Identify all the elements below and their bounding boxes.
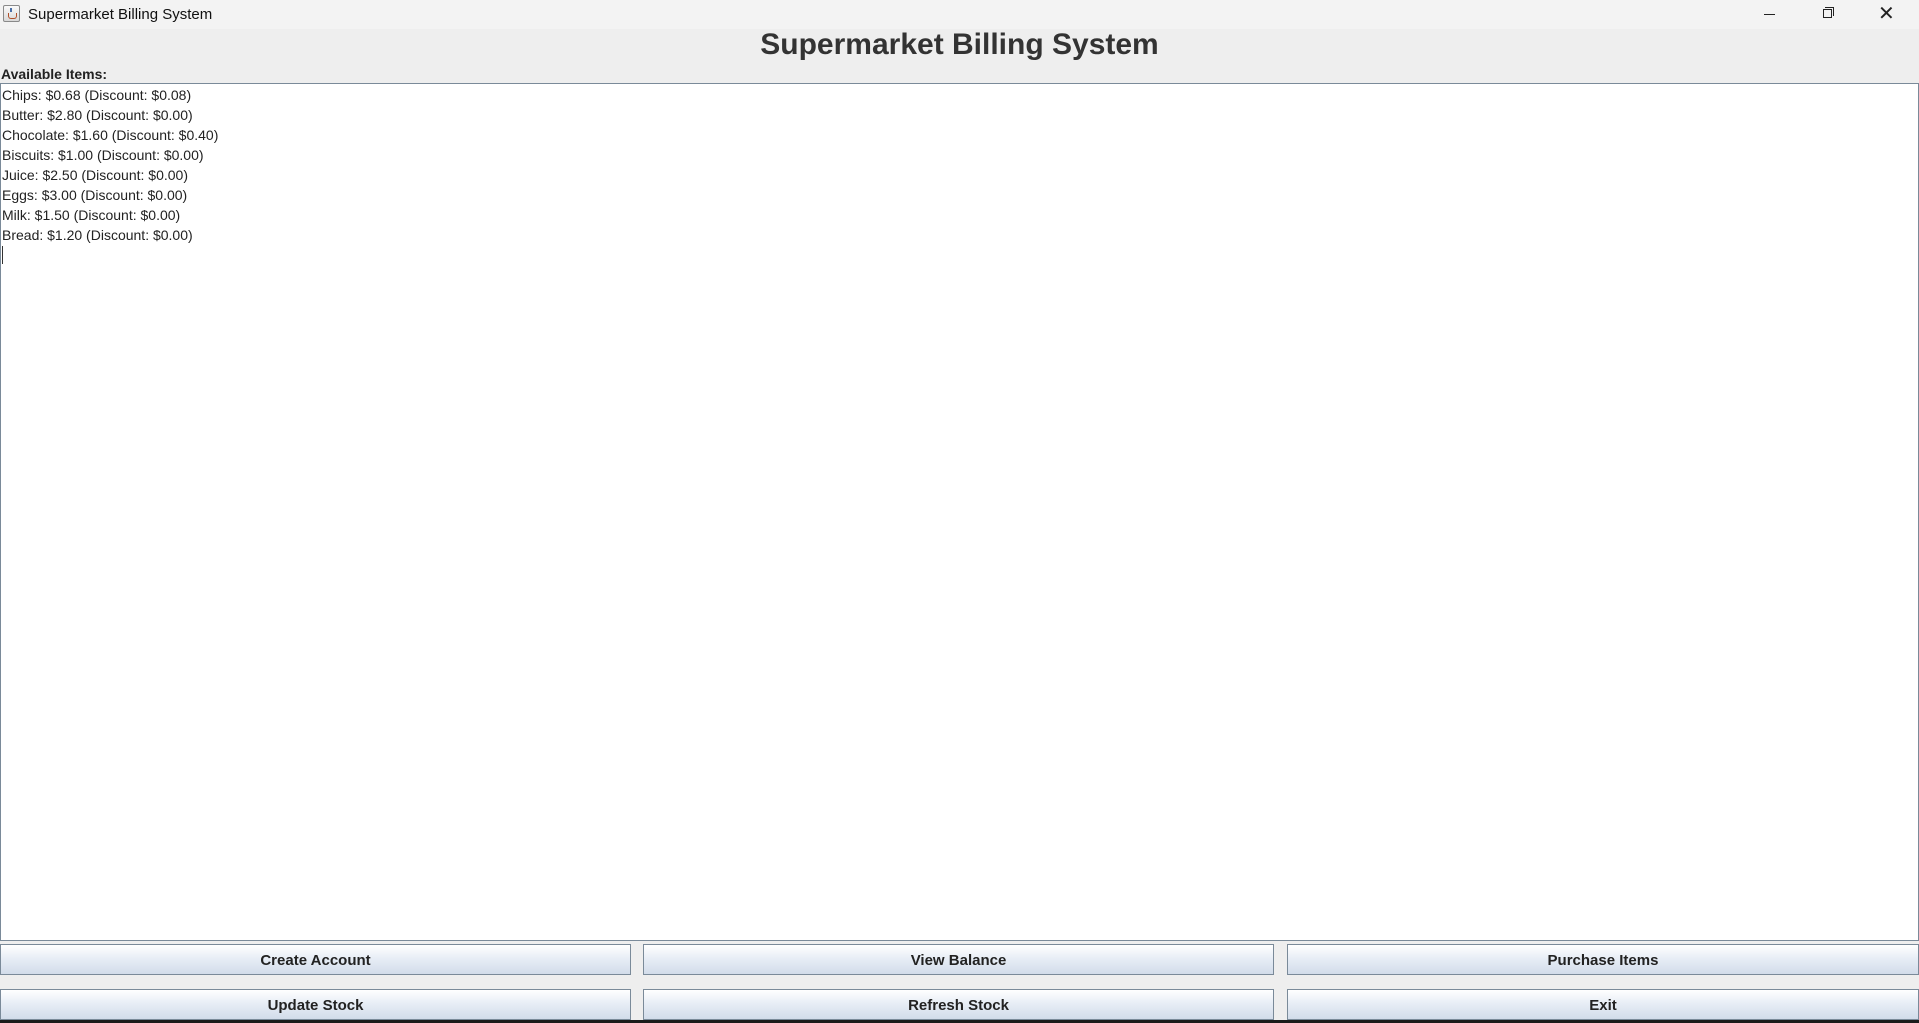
available-items-label: Available Items: (1, 66, 108, 82)
exit-button[interactable]: Exit (1287, 989, 1919, 1020)
close-button[interactable]: ✕ (1857, 0, 1919, 29)
maximize-button[interactable] (1799, 0, 1857, 29)
refresh-stock-button[interactable]: Refresh Stock (643, 989, 1274, 1020)
list-item: Eggs: $3.00 (Discount: $0.00) (2, 187, 188, 203)
window-title: Supermarket Billing System (28, 6, 213, 23)
minimize-icon (1764, 14, 1775, 15)
page-title: Supermarket Billing System (760, 28, 1159, 61)
create-account-button[interactable]: Create Account (0, 944, 631, 975)
purchase-items-button[interactable]: Purchase Items (1287, 944, 1919, 975)
list-item: Bread: $1.20 (Discount: $0.00) (2, 227, 193, 243)
list-item: Biscuits: $1.00 (Discount: $0.00) (2, 147, 204, 163)
list-item: Juice: $2.50 (Discount: $0.00) (2, 167, 188, 183)
app-window: Supermarket Billing System ✕ Supermarket… (0, 0, 1919, 1023)
list-item: Butter: $2.80 (Discount: $0.00) (2, 107, 193, 123)
minimize-button[interactable] (1741, 0, 1799, 29)
title-bar[interactable]: Supermarket Billing System ✕ (0, 0, 1919, 29)
restore-icon (1823, 9, 1832, 18)
list-item: Milk: $1.50 (Discount: $0.00) (2, 207, 181, 223)
text-caret (2, 246, 3, 264)
list-item: Chocolate: $1.60 (Discount: $0.40) (2, 127, 219, 143)
list-item: Chips: $0.68 (Discount: $0.08) (2, 87, 192, 103)
view-balance-button[interactable]: View Balance (643, 944, 1274, 975)
items-text-area[interactable]: Chips: $0.68 (Discount: $0.08) Butter: $… (0, 83, 1919, 941)
close-icon: ✕ (1878, 3, 1895, 25)
update-stock-button[interactable]: Update Stock (0, 989, 631, 1020)
java-cup-icon (3, 5, 20, 22)
